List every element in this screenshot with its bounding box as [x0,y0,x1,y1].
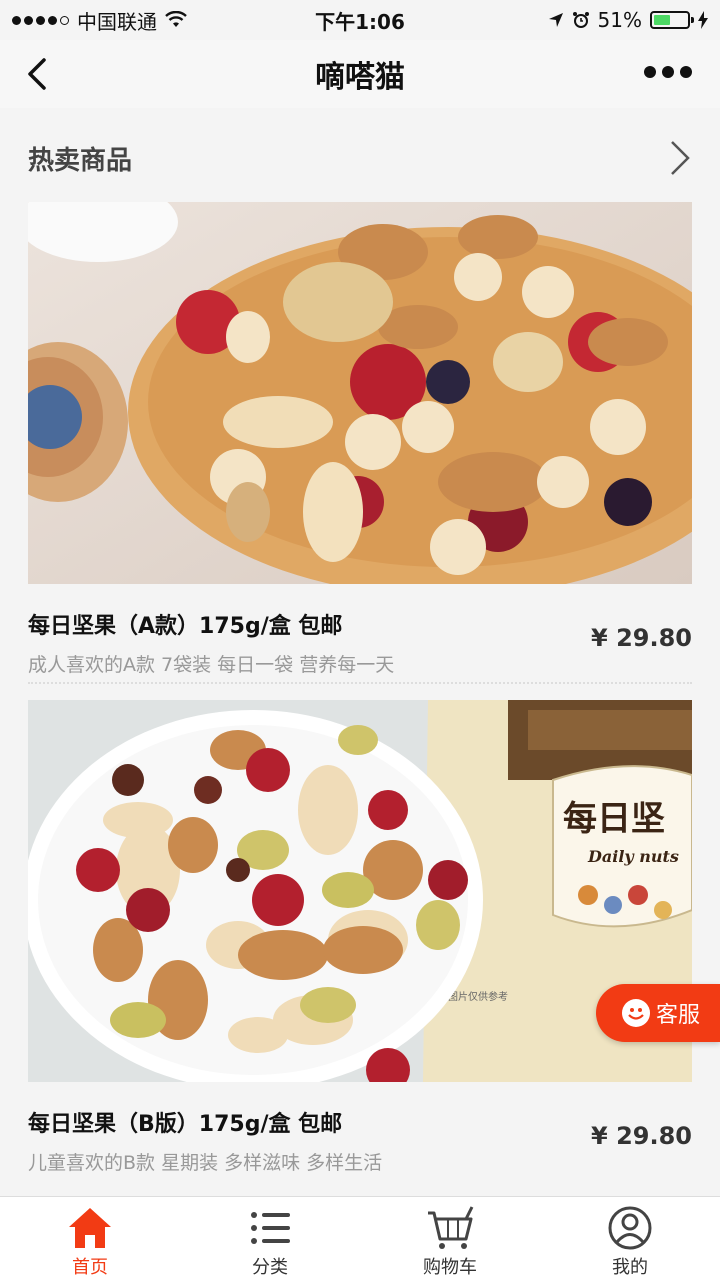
divider [28,682,692,684]
product-info[interactable]: 每日坚果（A款）175g/盒 包邮 成人喜欢的A款 7袋装 每日一袋 营养每一天… [28,584,692,684]
tab-label: 首页 [72,1257,108,1278]
home-icon [69,1208,111,1248]
location-icon [548,13,563,27]
product-card[interactable]: 每日坚果（A款）175g/盒 包邮 成人喜欢的A款 7袋装 每日一袋 营养每一天… [28,202,692,684]
product-image-nuts-bowl[interactable] [28,202,692,584]
cart-icon [428,1206,474,1249]
tab-category[interactable]: 分类 [180,1197,360,1280]
battery-percent: 51% [597,8,642,32]
wifi-icon [165,11,187,27]
tab-label: 我的 [612,1257,648,1278]
tab-cart[interactable]: 购物车 [360,1197,540,1280]
tab-home[interactable]: 首页 [0,1197,180,1280]
signal-icon [12,15,69,25]
tab-profile[interactable]: 我的 [540,1197,720,1280]
nav-bar: 嘀嗒猫 [0,40,720,108]
tab-label: 购物车 [423,1257,477,1278]
charging-icon [698,11,708,29]
back-arrow-icon[interactable] [20,54,60,94]
package-note: 图片仅供参考 [448,990,508,1003]
section-header-hot-products[interactable]: 热卖商品 [0,118,720,198]
list-icon [251,1212,290,1244]
product-name[interactable]: 每日坚果（B版）175g/盒 包邮 [28,1106,342,1138]
customer-service-button[interactable]: 客服 [596,984,720,1042]
more-options-icon[interactable] [644,66,692,78]
carrier-label: 中国联通 [77,9,157,34]
product-description: 成人喜欢的A款 7袋装 每日一袋 营养每一天 [28,654,395,676]
user-icon [608,1206,652,1250]
smile-icon [622,999,650,1027]
tab-label: 分类 [252,1257,288,1278]
product-price: ¥ 29.80 [591,1122,692,1150]
product-description: 儿童喜欢的B款 星期装 多样滋味 多样生活 [28,1152,383,1174]
chevron-right-icon[interactable] [668,138,692,178]
product-info[interactable]: 每日坚果（B版）175g/盒 包邮 儿童喜欢的B款 星期装 多样滋味 多样生活 … [28,1082,692,1182]
customer-service-label: 客服 [656,1003,701,1028]
tab-bar: 首页 分类 购物车 我的 [0,1196,720,1280]
product-price: ¥ 29.80 [591,624,692,652]
battery-icon [650,11,694,29]
alarm-icon [572,12,589,28]
status-bar: 中国联通 下午1:06 51% [0,0,720,40]
section-title: 热卖商品 [28,145,133,176]
page-title: 嘀嗒猫 [315,60,405,95]
package-brand-text: 每日坚 [563,799,665,839]
product-name[interactable]: 每日坚果（A款）175g/盒 包邮 [28,608,342,640]
product-card[interactable]: 每日坚 Daily nuts 图片仅供参考 每日坚果（B版）175g/盒 包邮 … [28,700,692,1182]
package-subtext: Daily nuts [587,847,679,866]
product-image-nuts-plate[interactable]: 每日坚 Daily nuts 图片仅供参考 [28,700,692,1082]
